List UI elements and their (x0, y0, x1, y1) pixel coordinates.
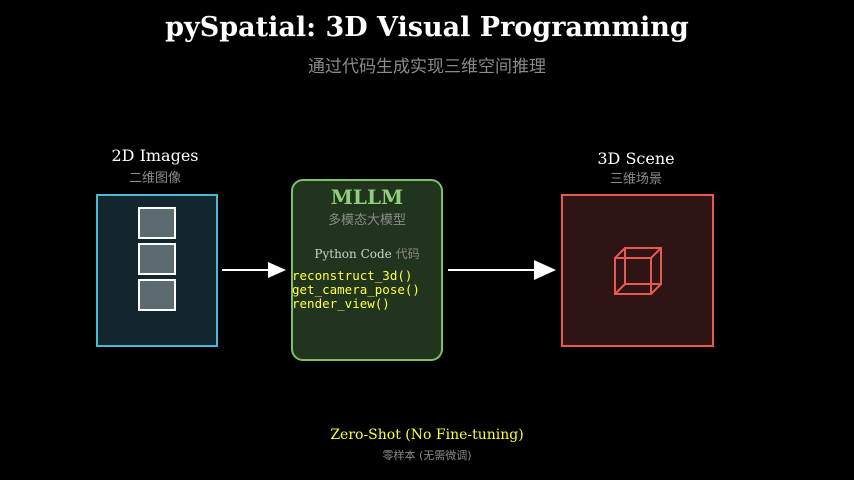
footer-main-text: Zero-Shot (No Fine-tuning) (330, 427, 524, 443)
input-node-label: 2D Images (111, 146, 199, 165)
output-node-sublabel: 三维场景 (609, 172, 662, 187)
image-thumbnail-icon (138, 207, 176, 239)
arrow-right-icon (222, 262, 286, 278)
image-thumbnail-icon (138, 279, 176, 311)
arrow-right-icon (448, 260, 556, 280)
code-line: get_camera_pose() (292, 282, 420, 297)
output-scene-box (561, 194, 714, 347)
footer-sub-text: 零样本 (无需微调) (382, 449, 472, 462)
input-node-sublabel: 二维图像 (128, 171, 181, 186)
code-line: render_view() (292, 296, 390, 311)
page-title: pySpatial: 3D Visual Programming (165, 12, 689, 43)
cube-icon (614, 247, 662, 295)
output-node-label: 3D Scene (597, 149, 675, 168)
mllm-subtitle: 多模态大模型 (327, 213, 406, 228)
input-images-box (96, 194, 218, 347)
python-code-label-zh: 代码 (395, 247, 420, 261)
python-code-label-en: Python Code (314, 247, 392, 261)
mllm-title: MLLM (330, 185, 404, 209)
page-subtitle: 通过代码生成实现三维空间推理 (308, 57, 546, 77)
code-line: reconstruct_3d() (292, 268, 413, 283)
image-thumbnail-icon (138, 243, 176, 275)
mllm-box: MLLM 多模态大模型 Python Code 代码 reconstruct_3… (291, 179, 443, 361)
python-code-label: Python Code 代码 (293, 245, 441, 262)
